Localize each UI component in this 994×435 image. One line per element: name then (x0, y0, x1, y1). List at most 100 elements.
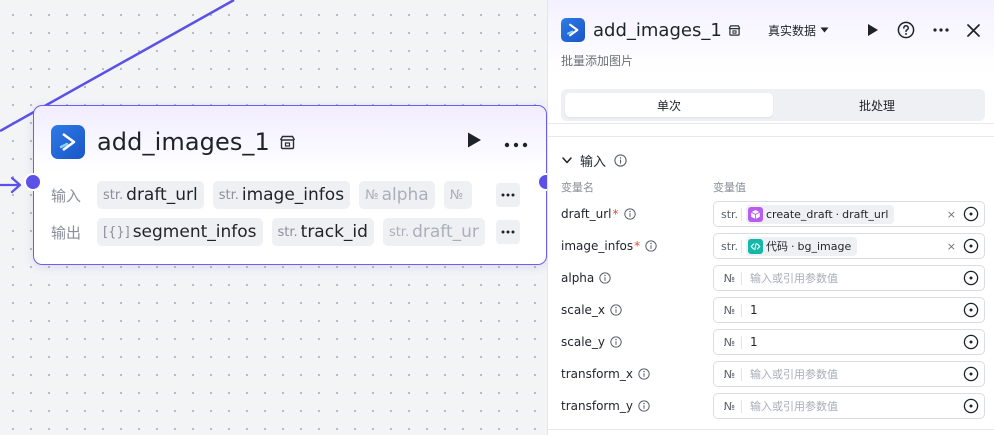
type-tag: str. (718, 207, 742, 221)
inputs-more-button[interactable] (496, 183, 520, 207)
reference-target-icon[interactable] (962, 365, 980, 383)
variable-reference-chip[interactable]: create_draft · draft_url (746, 204, 895, 224)
output-chip-draft-url: str. draft_ur (382, 218, 485, 246)
info-icon (638, 368, 650, 380)
param-name: transform_x (561, 367, 713, 381)
reference-target-icon[interactable] (962, 205, 980, 223)
data-mode-label: 真实数据 (767, 23, 816, 38)
image-infos-field[interactable]: str. 代码 · bg_image × (713, 233, 985, 259)
node-outputs-row: 输出 [{}] segment_infos str. track_id str. dr… (51, 217, 520, 247)
reference-target-icon[interactable] (962, 301, 980, 319)
draft-url-field[interactable]: str. create_draft · draft_url × (713, 201, 985, 227)
param-row-alpha: alpha № 输入或引用参数值 (561, 265, 985, 291)
panel-subtitle: 批量添加图片 (561, 54, 634, 68)
plugin-store-icon (728, 24, 741, 37)
node-input-port[interactable] (24, 173, 42, 191)
required-mark: * (612, 207, 619, 221)
run-play-icon[interactable] (867, 23, 879, 37)
inputs-section-title: 输入 (580, 155, 607, 170)
output-chip-segment-infos: [{}] segment_infos (97, 218, 263, 246)
param-row-scale-x: scale_x № 1 (561, 297, 985, 323)
output-chip-track-id: str. track_id (271, 218, 374, 246)
info-icon (610, 304, 622, 316)
column-header-name: 变量名 (561, 181, 594, 194)
panel-header: add_images_1 真实数据 批量添加图片 单次 批处理 (548, 0, 994, 124)
clear-icon[interactable]: × (947, 240, 956, 253)
reference-target-icon[interactable] (962, 397, 980, 415)
node-header: add_images_1 (51, 124, 528, 160)
param-name: scale_x (561, 303, 713, 317)
variable-reference-chip[interactable]: 代码 · bg_image (746, 236, 858, 256)
scale-x-value[interactable]: 1 (746, 303, 758, 317)
param-row-draft-url: draft_url * str. create_draft · draft_url… (561, 201, 985, 227)
input-chip-draft-url: str. draft_url (97, 181, 204, 209)
param-row-transform-y: transform_y № 输入或引用参数值 (561, 393, 985, 419)
info-icon (599, 272, 611, 284)
type-tag: № (718, 367, 742, 381)
node-inputs-row: 输入 str. draft_url str. image_infos № alpha … (51, 180, 520, 210)
param-name: alpha (561, 271, 713, 285)
param-row-image-infos: image_infos * str. 代码 · bg_image × (561, 233, 985, 259)
alpha-field[interactable]: № 输入或引用参数值 (713, 265, 985, 291)
scale-y-value[interactable]: 1 (746, 335, 758, 349)
param-name: scale_y (561, 335, 713, 349)
param-name: draft_url * (561, 207, 713, 221)
type-tag: str. (718, 239, 742, 253)
input-arrow-icon (0, 176, 22, 194)
info-icon (623, 208, 636, 220)
transform-y-input-placeholder[interactable]: 输入或引用参数值 (746, 398, 838, 414)
node-title: add_images_1 (97, 128, 270, 156)
capcut-logo-icon (561, 18, 585, 42)
reference-target-icon[interactable] (962, 237, 980, 255)
transform-y-field[interactable]: № 输入或引用参数值 (713, 393, 985, 419)
tab-batch[interactable]: 批处理 (773, 93, 981, 117)
run-mode-tabs: 单次 批处理 (561, 89, 985, 121)
tab-single[interactable]: 单次 (565, 93, 773, 117)
transform-x-field[interactable]: № 输入或引用参数值 (713, 361, 985, 387)
param-row-scale-y: scale_y № 1 (561, 329, 985, 355)
node-more-icon[interactable] (504, 133, 528, 152)
input-chip-image-infos: str. image_infos (212, 181, 351, 209)
required-mark: * (634, 239, 641, 253)
clear-icon[interactable]: × (947, 208, 956, 221)
cube-icon (748, 206, 763, 222)
data-mode-select[interactable]: 真实数据 (768, 22, 829, 39)
input-chip-alpha: № alpha (359, 181, 435, 209)
workflow-node-add-images[interactable]: add_images_1 输入 str. draft_url str. image_… (33, 105, 547, 265)
info-icon (610, 336, 622, 348)
info-icon (614, 154, 627, 167)
param-name: transform_y (561, 399, 713, 413)
reference-target-icon[interactable] (962, 333, 980, 351)
scale-y-field[interactable]: № 1 (713, 329, 985, 355)
scale-x-field[interactable]: № 1 (713, 297, 985, 323)
type-tag: № (718, 335, 742, 349)
alpha-input-placeholder[interactable]: 输入或引用参数值 (746, 270, 838, 286)
node-config-panel: add_images_1 真实数据 批量添加图片 单次 批处理 输入 变量名 变… (547, 0, 994, 435)
run-node-play-icon[interactable] (466, 131, 482, 153)
type-tag: № (718, 399, 742, 413)
plugin-store-icon (279, 134, 296, 151)
panel-more-icon[interactable] (933, 28, 949, 32)
type-tag: № (718, 271, 742, 285)
info-icon (638, 400, 650, 412)
outputs-label: 输出 (51, 223, 82, 242)
inputs-section: 输入 变量名 变量值 draft_url * str. create_draft … (548, 136, 994, 430)
chevron-down-icon (562, 157, 572, 164)
type-tag: № (718, 303, 742, 317)
panel-title: add_images_1 (593, 19, 722, 41)
transform-x-input-placeholder[interactable]: 输入或引用参数值 (746, 366, 838, 382)
code-icon (748, 238, 763, 254)
reference-target-icon[interactable] (962, 269, 980, 287)
param-name: image_infos * (561, 239, 713, 253)
outputs-more-button[interactable] (496, 220, 520, 244)
inputs-label: 输入 (51, 186, 82, 205)
close-icon[interactable] (967, 23, 980, 37)
input-chip-overflow: № (443, 181, 473, 209)
caret-down-icon (820, 27, 829, 33)
param-row-transform-x: transform_x № 输入或引用参数值 (561, 361, 985, 387)
info-icon (645, 240, 657, 252)
help-icon[interactable] (897, 21, 915, 39)
capcut-logo-icon (51, 125, 85, 159)
column-header-value: 变量值 (713, 181, 746, 194)
inputs-section-header[interactable]: 输入 (562, 151, 627, 170)
